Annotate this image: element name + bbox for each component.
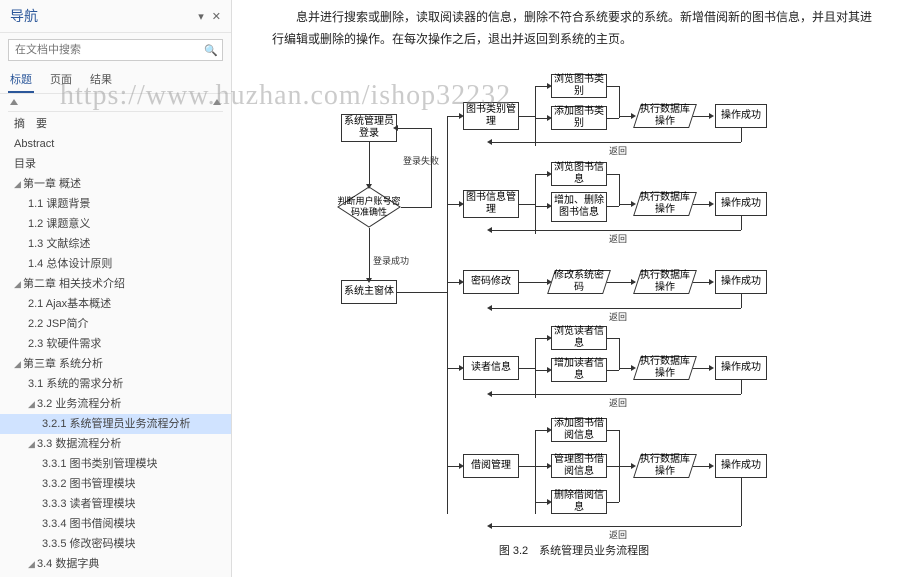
tree-item[interactable]: 1.1 课题背景 (0, 194, 231, 214)
flow-box: 添加图书类别 (551, 106, 607, 130)
tab-headings[interactable]: 标题 (8, 67, 34, 93)
tree-item[interactable]: 3.3.4 图书借阅模块 (0, 514, 231, 534)
flow-box: 操作成功 (715, 104, 767, 128)
tree-item[interactable]: 2.1 Ajax基本概述 (0, 294, 231, 314)
caret-icon: ◢ (28, 396, 37, 412)
tree-item[interactable]: 2.2 JSP简介 (0, 314, 231, 334)
caret-icon: ◢ (14, 176, 23, 192)
tree-item[interactable]: 3.3.5 修改密码模块 (0, 534, 231, 554)
tree-item[interactable]: ◢3.4 数据字典 (0, 554, 231, 574)
figure-caption: 图 3.2 系统管理员业务流程图 (272, 542, 876, 558)
flow-box: 借阅管理 (463, 454, 519, 478)
tree-item[interactable]: ◢3.3 数据流程分析 (0, 434, 231, 454)
flow-box: 添加图书借阅信息 (551, 418, 607, 442)
paragraph: 息并进行搜索或删除，读取阅读器的信息，删除不符合系统要求的系统。新增借阅新的图书… (272, 6, 876, 50)
tree-item[interactable]: ◢3.2 业务流程分析 (0, 394, 231, 414)
tree-item[interactable]: 1.2 课题意义 (0, 214, 231, 234)
navigation-panel: 导航 ▾ ✕ 🔍 标题 页面 结果 摘 要 Abstract 目录 ◢第一章 概… (0, 0, 232, 577)
chevron-down-icon[interactable]: ▾ (198, 10, 204, 23)
flow-label: 返回 (609, 232, 627, 245)
caret-icon: ◢ (14, 356, 23, 372)
tree-item[interactable]: 目录 (0, 154, 231, 174)
flow-label: 登录失败 (403, 154, 439, 167)
flow-box: 系统主窗体 (341, 280, 397, 304)
tab-pages[interactable]: 页面 (48, 67, 74, 93)
flow-box: 浏览读者信息 (551, 326, 607, 350)
flow-box: 图书类别管理 (463, 102, 519, 130)
flow-box: 浏览图书信息 (551, 162, 607, 186)
flow-label: 返回 (609, 310, 627, 323)
flow-box: 管理图书借阅信息 (551, 454, 607, 478)
flow-box: 密码修改 (463, 270, 519, 294)
flow-box: 浏览图书类别 (551, 74, 607, 98)
flow-decision: 判断用户账号密码准确性 (337, 186, 401, 228)
nav-header: 导航 ▾ ✕ (0, 0, 231, 33)
flow-box: 操作成功 (715, 356, 767, 380)
flow-box: 系统管理员登录 (341, 114, 397, 142)
flow-box: 执行数据库操作 (633, 270, 697, 294)
flow-label: 登录成功 (373, 254, 409, 267)
flow-box: 操作成功 (715, 454, 767, 478)
flow-box: 操作成功 (715, 192, 767, 216)
outline-indent-ruler (8, 96, 223, 112)
flow-box: 操作成功 (715, 270, 767, 294)
flow-box: 增加读者信息 (551, 358, 607, 382)
flow-box: 读者信息 (463, 356, 519, 380)
search-input[interactable] (9, 40, 200, 60)
search-box: 🔍 (8, 39, 223, 61)
tab-results[interactable]: 结果 (88, 67, 114, 93)
flow-label: 返回 (609, 144, 627, 157)
outline-tree: 摘 要 Abstract 目录 ◢第一章 概述 1.1 课题背景 1.2 课题意… (0, 112, 231, 577)
tree-item[interactable]: 3.3.1 图书类别管理模块 (0, 454, 231, 474)
search-container: 🔍 (0, 33, 231, 67)
flow-box: 图书信息管理 (463, 190, 519, 218)
tree-item[interactable]: 3.3.2 图书管理模块 (0, 474, 231, 494)
flow-label: 返回 (609, 528, 627, 541)
tree-item[interactable]: Abstract (0, 134, 231, 154)
document-area: 息并进行搜索或删除，读取阅读器的信息，删除不符合系统要求的系统。新增借阅新的图书… (232, 0, 900, 577)
tree-item[interactable]: 3.3.3 读者管理模块 (0, 494, 231, 514)
flow-box: 增加、删除图书信息 (551, 192, 607, 222)
nav-tabs: 标题 页面 结果 (0, 67, 231, 94)
tree-item[interactable]: ◢第一章 概述 (0, 174, 231, 194)
caret-icon: ◢ (14, 276, 23, 292)
flowchart: 系统管理员登录 判断用户账号密码准确性 系统主窗体 登录成功 登录失败 图书类别… (289, 58, 859, 538)
tree-item[interactable]: 1.3 文献综述 (0, 234, 231, 254)
tree-item[interactable]: 摘 要 (0, 114, 231, 134)
close-icon[interactable]: ✕ (212, 10, 221, 23)
tree-item[interactable]: 1.4 总体设计原则 (0, 254, 231, 274)
nav-title: 导航 (10, 6, 38, 26)
flow-box: 执行数据库操作 (633, 356, 697, 380)
tree-item[interactable]: ◢第二章 相关技术介绍 (0, 274, 231, 294)
tree-item-selected[interactable]: 3.2.1 系统管理员业务流程分析 (0, 414, 231, 434)
tree-item[interactable]: ◢第三章 系统分析 (0, 354, 231, 374)
tree-item[interactable]: 2.3 软硬件需求 (0, 334, 231, 354)
flow-label: 返回 (609, 396, 627, 409)
flow-box: 删除借阅信息 (551, 490, 607, 514)
flow-box: 执行数据库操作 (633, 104, 697, 128)
tree-item[interactable]: 3.1 系统的需求分析 (0, 374, 231, 394)
flow-box: 执行数据库操作 (633, 192, 697, 216)
caret-icon: ◢ (28, 436, 37, 452)
flow-box: 执行数据库操作 (633, 454, 697, 478)
caret-icon: ◢ (28, 556, 37, 572)
flow-box: 修改系统密码 (547, 270, 611, 294)
search-icon[interactable]: 🔍 (200, 40, 222, 60)
